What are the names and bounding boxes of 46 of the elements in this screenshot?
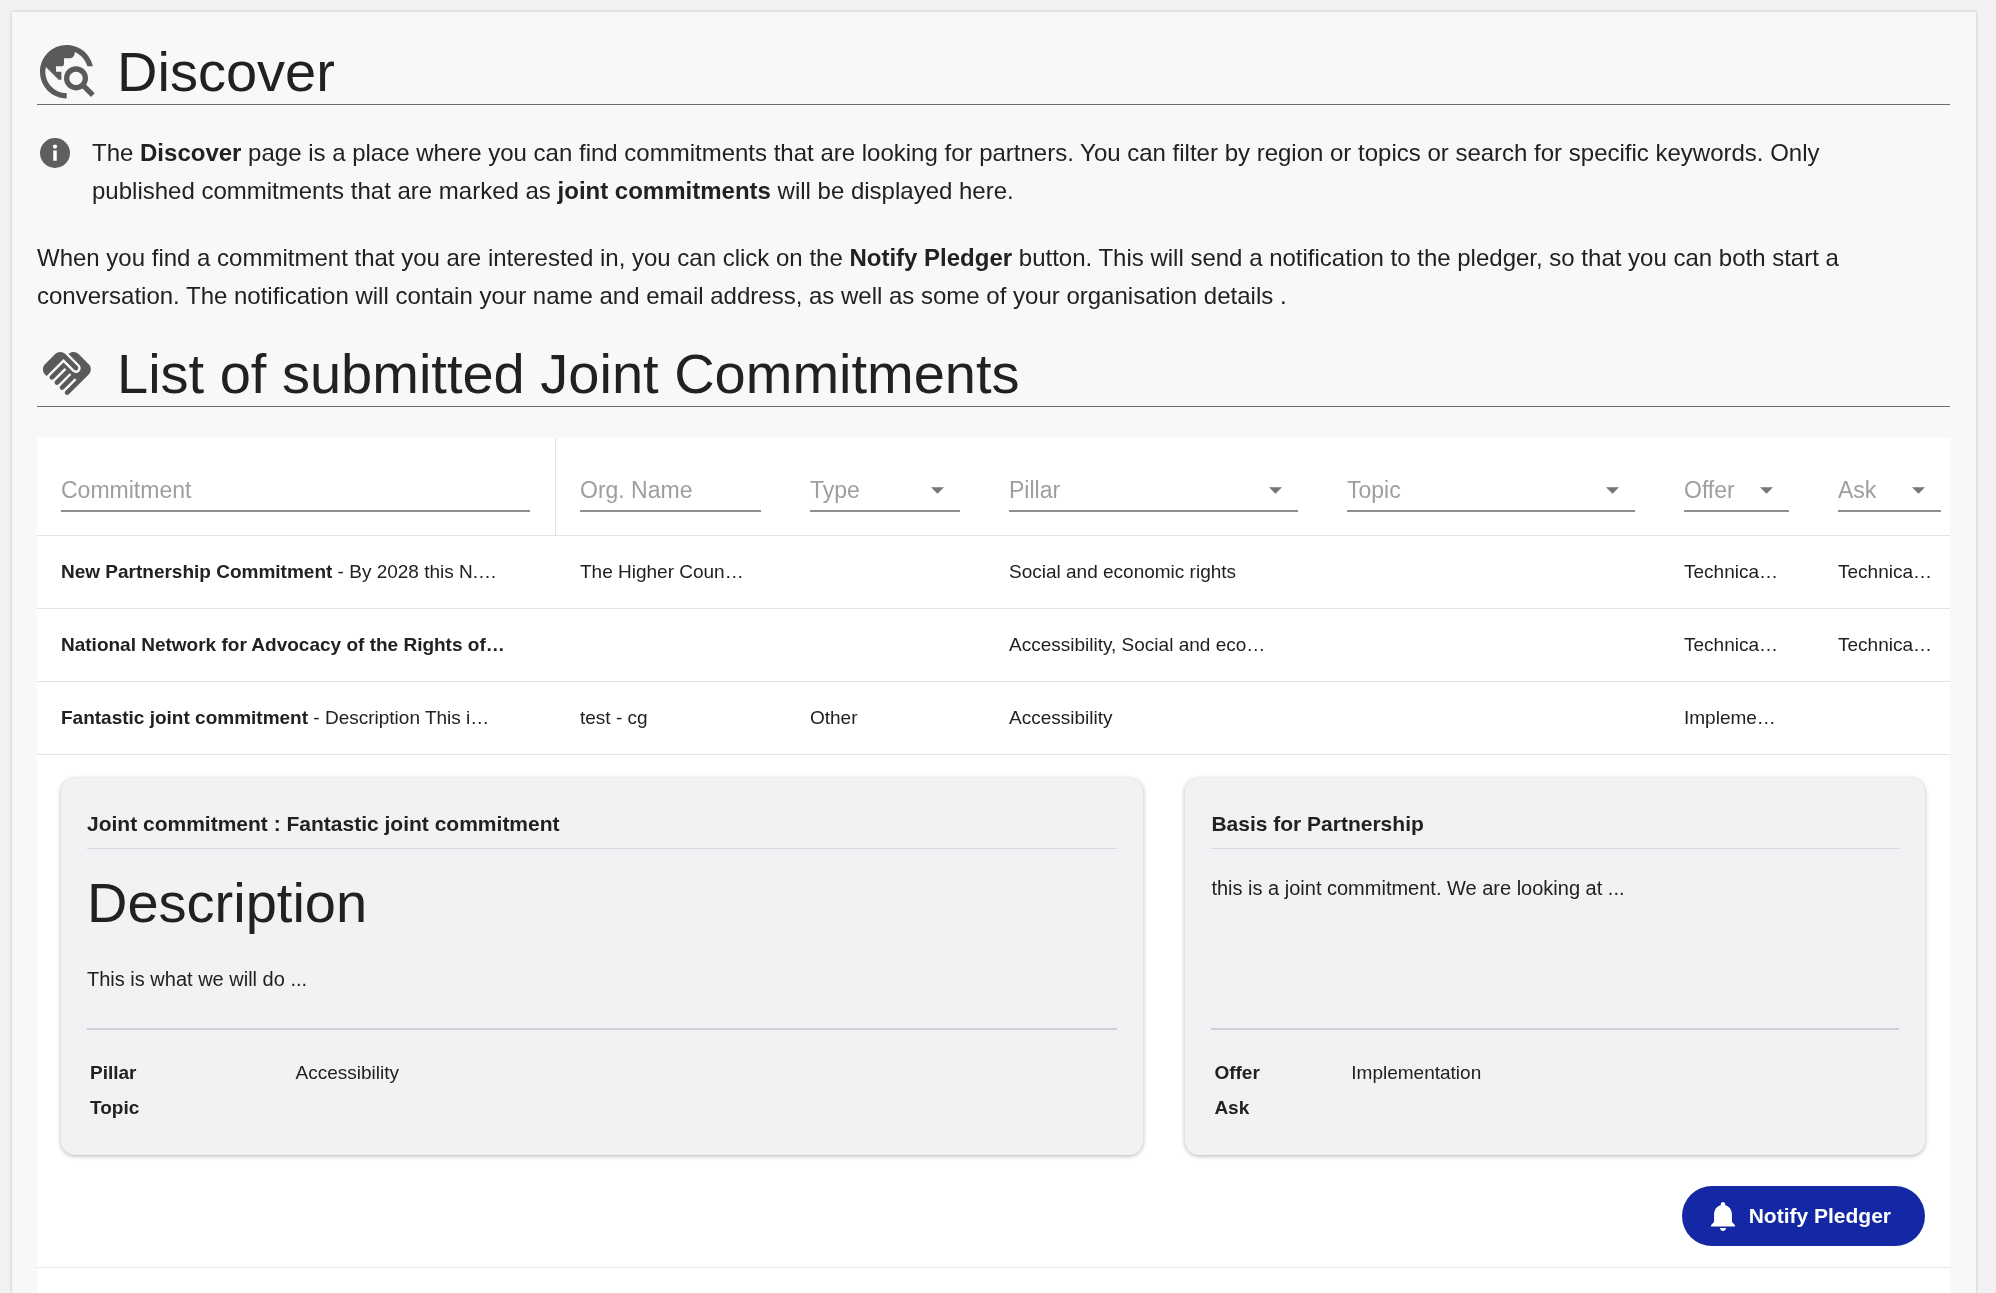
card-text: this is a joint commitment. We are looking at ... (1211, 876, 1625, 901)
page-title: Discover (117, 40, 335, 104)
field-label: Offer (1214, 1062, 1260, 1083)
filter-dropdown[interactable]: Pillar (1009, 470, 1298, 512)
table-cell: Impleme… (1684, 707, 1776, 728)
caret-icon (1606, 486, 1619, 494)
bell-icon (1710, 1201, 1735, 1231)
caret-icon (1269, 486, 1282, 494)
caret-icon (1912, 486, 1925, 494)
table-cell: Other (810, 707, 858, 728)
filter-dropdown[interactable]: Offer (1684, 470, 1789, 512)
section-heading: Description (87, 871, 368, 935)
table-cell: Technica… (1684, 561, 1778, 582)
table-cell: National Network for Advocacy of the Rights of… (61, 634, 505, 655)
table-cell: Technica… (1838, 634, 1932, 655)
card-title: Basis for Partnership (1211, 812, 1424, 835)
table-cell: The Higher Coun… (580, 561, 744, 582)
handshake-icon (42, 351, 92, 397)
caret-icon (1760, 486, 1773, 494)
table-cell: Accessibility (1009, 707, 1113, 728)
filter-dropdown[interactable]: Topic (1347, 470, 1635, 512)
notify-button[interactable]: Notify Pledger (1681, 1186, 1925, 1246)
field-value: Implementation (1351, 1062, 1482, 1083)
globe-search-icon (40, 44, 95, 100)
field-value: Accessibility (295, 1062, 399, 1083)
filter-field[interactable]: Org. Name (580, 470, 761, 512)
field-label: Topic (90, 1097, 140, 1118)
intro-paragraph: The Discover page is a place where you can find commitments that are looking for partners. You can filter by region or topics or search for specific keywords. Only published commitments that are marked as joint commitments will be displayed here. (92, 138, 1821, 206)
caret-icon (931, 486, 944, 494)
table-cell: New Partnership Commitment - By 2028 this N.… (61, 561, 498, 582)
card-text: This is what we will do ... (87, 967, 308, 992)
filter-field[interactable]: Commitment (61, 470, 530, 512)
intro-paragraph: When you find a commitment that you are interested in, you can click on the Notify Pledger button. This will send a notification to the pledger, so that you can both start a conversation. The notification will contain your name and email address, as well as some of your organisation details . (37, 243, 1840, 311)
section-title: List of submitted Joint Commitments (117, 342, 1020, 406)
table-cell: test - cg (580, 707, 648, 728)
field-label: Pillar (90, 1062, 137, 1083)
table-cell: Technica… (1838, 561, 1932, 582)
table-cell: Accessibility, Social and eco… (1009, 634, 1266, 655)
card-title: Joint commitment : Fantastic joint commitment (87, 812, 560, 835)
filter-dropdown[interactable]: Ask (1838, 470, 1941, 512)
table-cell: Fantastic joint commitment - Description This i… (61, 707, 490, 728)
field-label: Ask (1214, 1097, 1250, 1118)
info-icon (40, 138, 70, 168)
table-cell: Technica… (1684, 634, 1778, 655)
table-cell: Social and economic rights (1009, 561, 1237, 582)
filter-dropdown[interactable]: Type (810, 470, 960, 512)
